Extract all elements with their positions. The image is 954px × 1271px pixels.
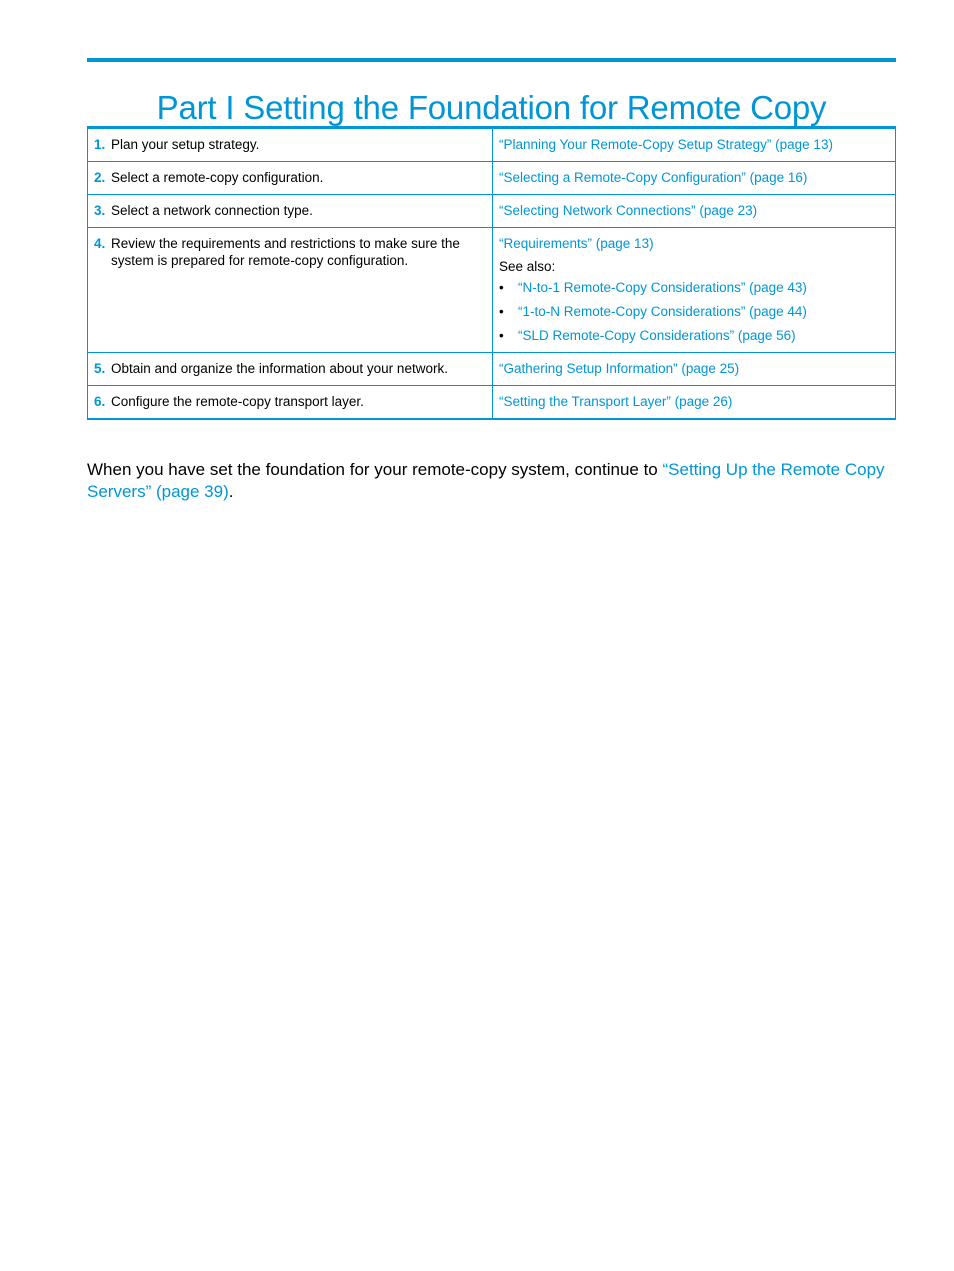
see-also-link[interactable]: “N-to-1 Remote-Copy Considerations” (pag… xyxy=(518,279,807,296)
title-rule xyxy=(87,58,896,62)
step-link[interactable]: “Selecting a Remote-Copy Configuration” … xyxy=(499,170,807,185)
list-item: • “N-to-1 Remote-Copy Considerations” (pa… xyxy=(499,279,889,296)
step-number: 5. xyxy=(94,361,106,376)
step-text: Select a remote-copy configuration. xyxy=(111,170,324,185)
step-link[interactable]: “Planning Your Remote-Copy Setup Strateg… xyxy=(499,137,833,152)
bullet-icon: • xyxy=(499,328,504,343)
closing-end: . xyxy=(228,482,234,501)
table-row: 4. Review the requirements and restricti… xyxy=(87,227,896,353)
page-title: Part I Setting the Foundation for Remote… xyxy=(156,89,827,127)
see-also-list: • “N-to-1 Remote-Copy Considerations” (pa… xyxy=(499,279,889,344)
see-also-link[interactable]: “1-to-N Remote-Copy Considerations” (pag… xyxy=(518,303,807,320)
step-text: Obtain and organize the information abou… xyxy=(111,361,448,376)
step-link[interactable]: “Selecting Network Connections” (page 23… xyxy=(499,203,757,218)
step-number: 2. xyxy=(94,170,106,185)
list-item: • “SLD Remote-Copy Considerations” (page … xyxy=(499,327,889,344)
step-text: Plan your setup strategy. xyxy=(111,137,260,152)
steps-table: 1. Plan your setup strategy. “Planning Y… xyxy=(87,126,896,420)
closing-paragraph: When you have set the foundation for you… xyxy=(87,459,897,503)
step-number: 1. xyxy=(94,137,106,152)
bullet-icon: • xyxy=(499,280,504,295)
table-row: 2. Select a remote-copy configuration. “… xyxy=(87,161,896,195)
table-row: 1. Plan your setup strategy. “Planning Y… xyxy=(87,127,896,162)
step-link[interactable]: “Gathering Setup Information” (page 25) xyxy=(499,361,739,376)
step-text: Review the requirements and restrictions… xyxy=(111,236,460,268)
step-text: Configure the remote-copy transport laye… xyxy=(111,394,364,409)
table-row: 5. Obtain and organize the information a… xyxy=(87,352,896,386)
step-text: Select a network connection type. xyxy=(111,203,313,218)
step-number: 6. xyxy=(94,394,106,409)
step-number: 4. xyxy=(94,236,106,251)
bullet-icon: • xyxy=(499,304,504,319)
closing-text: When you have set the foundation for you… xyxy=(87,460,663,479)
see-also-link[interactable]: “SLD Remote-Copy Considerations” (page 5… xyxy=(518,327,796,344)
table-row: 6. Configure the remote-copy transport l… xyxy=(87,385,896,420)
table-row: 3. Select a network connection type. “Se… xyxy=(87,194,896,228)
step-number: 3. xyxy=(94,203,106,218)
step-link[interactable]: “Setting the Transport Layer” (page 26) xyxy=(499,394,732,409)
step-link[interactable]: “Requirements” (page 13) xyxy=(499,236,654,251)
list-item: • “1-to-N Remote-Copy Considerations” (pa… xyxy=(499,303,889,320)
see-also-label: See also: xyxy=(499,259,556,274)
